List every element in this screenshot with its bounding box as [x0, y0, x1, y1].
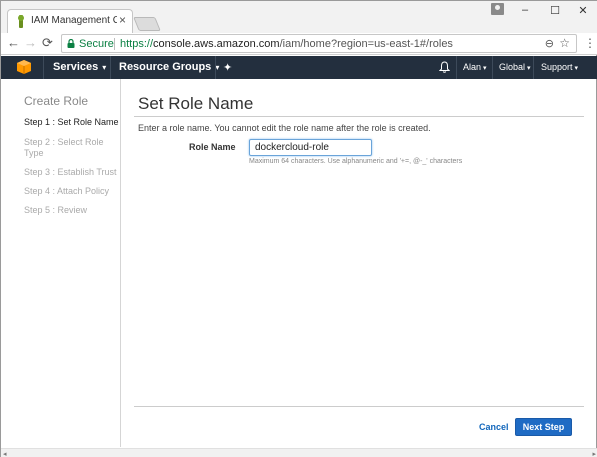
role-name-input[interactable]	[249, 139, 372, 156]
services-label: Services	[53, 61, 99, 73]
cancel-link[interactable]: Cancel	[479, 422, 509, 432]
browser-window: IAM Management Conso × – ☐ ✕ ← → ⟳ Secur…	[0, 0, 597, 457]
wizard-sidebar: Create Role Step 1 : Set Role Name Step …	[1, 79, 121, 447]
minimize-icon[interactable]: –	[518, 4, 532, 16]
profile-icon[interactable]	[491, 3, 504, 15]
bookmark-star-icon[interactable]: ☆	[559, 36, 570, 50]
resource-groups-menu[interactable]: Resource Groups ▾	[119, 61, 219, 73]
services-menu[interactable]: Services ▾	[53, 61, 106, 73]
page-title: Set Role Name	[138, 94, 254, 113]
tab-close-icon[interactable]: ×	[119, 13, 126, 27]
lock-icon	[67, 39, 75, 48]
browser-toolbar: ← → ⟳ Secure https://console.aws.amazon.…	[1, 33, 597, 55]
bell-icon[interactable]	[439, 61, 450, 73]
address-bar[interactable]: Secure https://console.aws.amazon.com/ia…	[61, 34, 577, 53]
title-divider	[134, 116, 584, 117]
user-menu[interactable]: Alan ▾	[463, 62, 487, 72]
support-label: Support	[541, 62, 573, 72]
nav-divider	[456, 56, 457, 79]
aws-console-nav: Services ▾ Resource Groups ▾ ✦ Alan ▾ Globa…	[1, 56, 597, 79]
chevron-down-icon: ▾	[483, 65, 487, 72]
nav-divider	[215, 56, 216, 79]
next-step-button[interactable]: Next Step	[515, 418, 572, 436]
browser-tab[interactable]: IAM Management Conso ×	[7, 9, 133, 33]
role-name-help-text: Maximum 64 characters. Use alphanumeric …	[249, 158, 463, 165]
chevron-down-icon: ▾	[574, 65, 579, 72]
maximize-icon[interactable]: ☐	[548, 4, 562, 17]
close-window-icon[interactable]: ✕	[576, 4, 590, 17]
resource-groups-label: Resource Groups	[119, 61, 212, 73]
url-text[interactable]: https://console.aws.amazon.com/iam/home?…	[120, 38, 453, 50]
wizard-step-select-role-type: Step 2 : Select Role Type	[24, 137, 104, 158]
region-menu[interactable]: Global ▾	[499, 62, 531, 72]
scroll-right-arrow-icon[interactable]: ▸	[592, 450, 596, 457]
nav-divider	[43, 56, 44, 79]
omnibox-divider	[114, 38, 115, 50]
aws-cube-logo-icon[interactable]	[15, 59, 33, 75]
tab-title: IAM Management Conso	[31, 15, 117, 26]
url-path: /iam/home?region=us-east-1#/roles	[279, 38, 453, 50]
nav-divider	[533, 56, 534, 79]
back-arrow-icon[interactable]: ←	[7, 36, 20, 50]
instructions-text: Enter a role name. You cannot edit the r…	[138, 123, 431, 133]
support-menu[interactable]: Support ▾	[541, 62, 578, 72]
wizard-step-attach-policy: Step 4 : Attach Policy	[24, 186, 110, 196]
chevron-down-icon: ▾	[527, 65, 531, 72]
footer-divider	[134, 406, 584, 407]
nav-divider	[492, 56, 493, 79]
region-label: Global	[499, 62, 526, 72]
wizard-step-establish-trust: Step 3 : Establish Trust	[24, 167, 117, 177]
user-label: Alan	[463, 62, 482, 72]
zoom-icon[interactable]: ⊖	[545, 37, 554, 50]
title-bar: IAM Management Conso × – ☐ ✕	[1, 1, 597, 33]
sidebar-title: Create Role	[24, 94, 89, 108]
wizard-step-set-role-name[interactable]: Step 1 : Set Role Name	[24, 117, 119, 128]
secure-label: Secure	[79, 38, 114, 50]
nav-divider	[110, 56, 111, 79]
browser-menu-icon[interactable]: ⋮	[584, 36, 596, 50]
new-tab-button[interactable]	[133, 17, 161, 31]
url-scheme: https://	[120, 38, 154, 50]
aws-iam-favicon-icon	[18, 15, 24, 28]
url-host: console.aws.amazon.com	[153, 38, 280, 50]
reload-icon[interactable]: ⟳	[42, 36, 53, 50]
horizontal-scrollbar[interactable]: ◂ ▸	[1, 448, 597, 457]
wizard-step-review: Step 5 : Review	[24, 205, 88, 215]
chevron-down-icon: ▾	[102, 63, 107, 72]
pin-icon[interactable]: ✦	[223, 61, 232, 74]
forward-arrow-icon[interactable]: →	[24, 36, 37, 50]
role-name-label: Role Name	[189, 142, 236, 152]
scroll-left-arrow-icon[interactable]: ◂	[3, 450, 7, 457]
